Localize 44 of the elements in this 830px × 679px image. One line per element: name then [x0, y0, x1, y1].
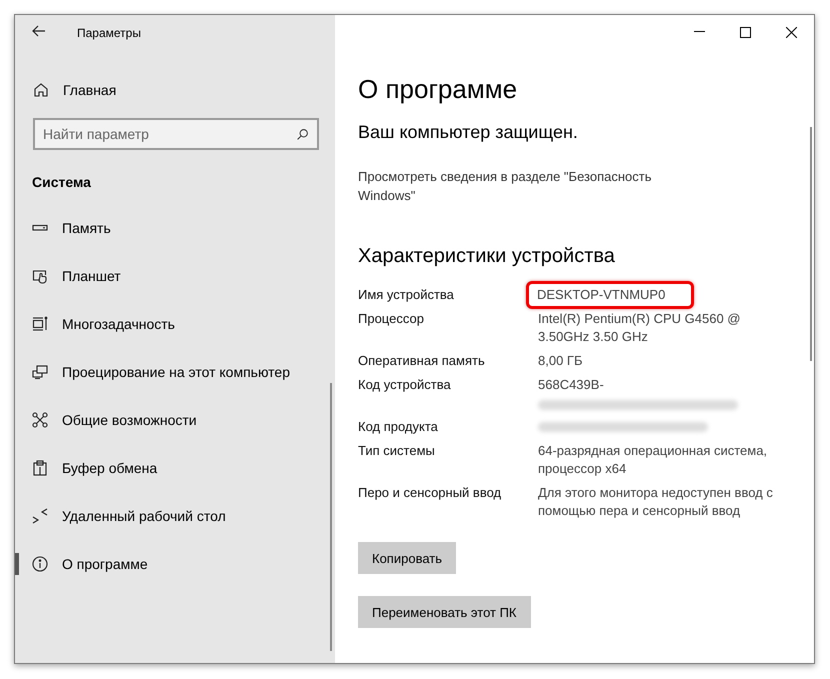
- spec-value: Intel(R) Pentium(R) CPU G4560 @ 3.50GHz 3.50 GHz: [538, 311, 740, 344]
- page-title: О программе: [358, 74, 518, 104]
- windows-stack-icon: [32, 316, 48, 332]
- security-link[interactable]: Просмотреть сведения в разделе "Безопасность Windows": [358, 167, 688, 205]
- spec-value: 568C439B-: [538, 377, 604, 392]
- spec-value: Для этого монитора недоступен ввод с помощью пера и сенсорный ввод: [538, 485, 773, 518]
- monitor-pair-icon: [32, 364, 48, 380]
- spec-label: Процессор: [358, 310, 425, 328]
- spec-value: 8,00 ГБ: [538, 353, 582, 368]
- action-button[interactable]: Копировать: [358, 542, 456, 574]
- spec-label: Перо и сенсорный ввод: [358, 484, 502, 502]
- search-field[interactable]: Найти параметр: [33, 118, 319, 150]
- maximize-icon: [740, 26, 750, 38]
- protection-heading: Ваш компьютер защищен.: [358, 122, 579, 143]
- info-icon: [32, 556, 48, 572]
- section-heading: Система: [32, 174, 92, 190]
- sidebar-item[interactable]: Общие возможности: [15, 396, 335, 444]
- home-icon: [33, 82, 49, 98]
- scrollbar-thumb[interactable]: [810, 127, 812, 361]
- minimize-icon: [694, 31, 704, 33]
- spec-label: Оперативная память: [358, 352, 486, 370]
- close-icon: [786, 26, 796, 38]
- arrow-left-icon: [32, 25, 46, 37]
- spec-value: 64-разрядная операционная система, процессор x64: [538, 443, 768, 476]
- sidebar-item[interactable]: Удаленный рабочий стол: [15, 492, 335, 540]
- action-button[interactable]: Переименовать этот ПК: [358, 596, 530, 628]
- sidebar-item[interactable]: Многозадачность: [15, 300, 335, 348]
- search-icon: [296, 128, 309, 141]
- scrollbar-thumb[interactable]: [330, 383, 332, 651]
- clipboard-icon: [32, 460, 48, 476]
- spec-label: Имя устройства: [358, 286, 455, 304]
- home-link[interactable]: Главная: [33, 78, 116, 102]
- spec-label: Код устройства: [358, 376, 452, 394]
- window-title: Параметры: [77, 26, 141, 40]
- spec-label: Тип системы: [358, 442, 436, 460]
- network-nodes-icon: [32, 412, 48, 428]
- spec-label: Код продукта: [358, 418, 439, 436]
- spec-value: DESKTOP-VTNMUP0: [526, 281, 694, 309]
- tablet-touch-icon: [32, 268, 48, 284]
- section-heading: Характеристики устройства: [358, 245, 616, 268]
- sidebar-item[interactable]: Память: [15, 204, 335, 252]
- sidebar-item[interactable]: Буфер обмена: [15, 444, 335, 492]
- sidebar-item[interactable]: Планшет: [15, 252, 335, 300]
- sidebar-item[interactable]: Проецирование на этот компьютер: [15, 348, 335, 396]
